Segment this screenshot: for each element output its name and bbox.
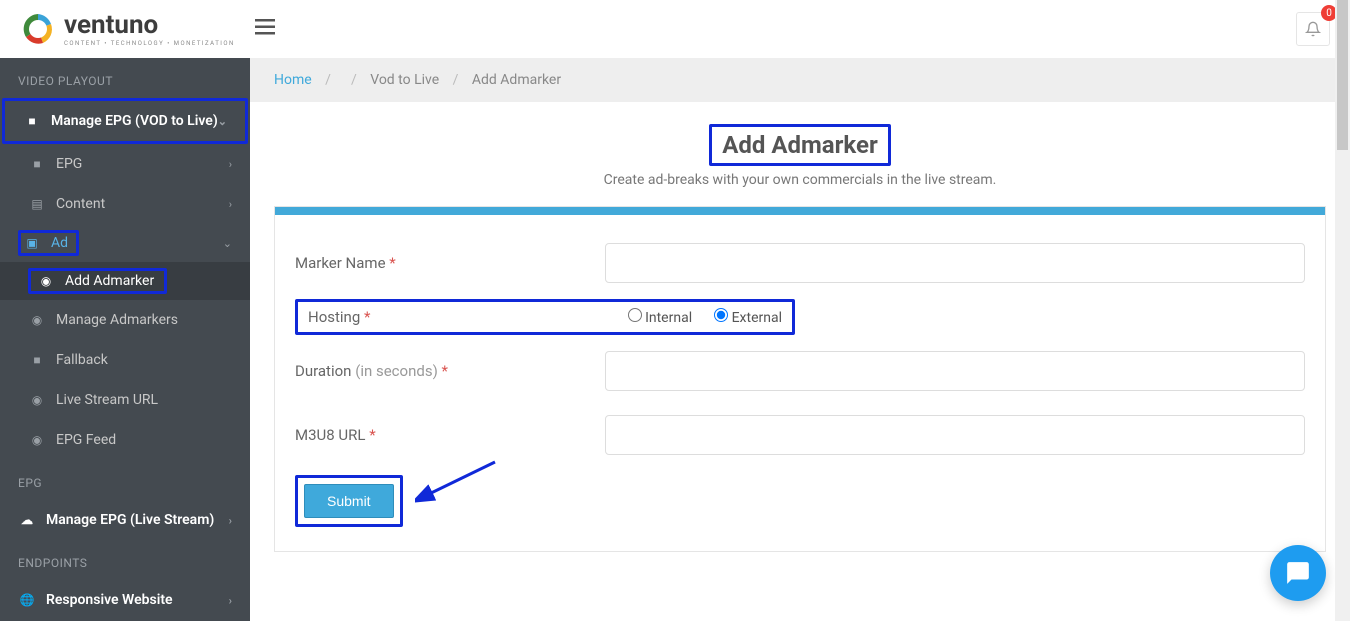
record-icon: ◉ xyxy=(28,313,46,327)
sidebar-item-label: Manage EPG (VOD to Live) xyxy=(51,113,218,129)
sidebar-item-live-stream-url[interactable]: ◉ Live Stream URL xyxy=(0,380,250,420)
sidebar-item-label: Ad xyxy=(51,235,68,251)
sidebar-item-fallback[interactable]: ■ Fallback xyxy=(0,340,250,380)
breadcrumb-vod-to-live: Vod to Live xyxy=(370,72,439,88)
breadcrumb-home[interactable]: Home xyxy=(274,72,312,88)
chevron-down-icon: ⌄ xyxy=(223,237,232,250)
sidebar-section-epg: EPG xyxy=(0,460,250,500)
sidebar-item-epg-feed[interactable]: ◉ EPG Feed xyxy=(0,420,250,460)
sidebar: VIDEO PLAYOUT ■ Manage EPG (VOD to Live)… xyxy=(0,58,250,621)
chevron-right-icon: › xyxy=(229,158,232,171)
sidebar-section-endpoints: ENDPOINTS xyxy=(0,540,250,580)
radio-hosting-internal-label[interactable]: Internal xyxy=(628,308,693,326)
main-content: Home // Vod to Live / Add Admarker Add A… xyxy=(250,58,1350,621)
page-subtitle: Create ad-breaks with your own commercia… xyxy=(250,172,1350,188)
label-duration: Duration (in seconds) * xyxy=(295,362,605,380)
input-m3u8-url[interactable] xyxy=(605,415,1305,455)
camera-icon: ■ xyxy=(23,114,41,128)
sidebar-item-label: Manage EPG (Live Stream) xyxy=(46,512,214,528)
cloud-icon: ☁ xyxy=(18,513,36,527)
sidebar-item-label: EPG xyxy=(56,156,82,172)
input-duration[interactable] xyxy=(605,351,1305,391)
notifications-button[interactable]: 0 xyxy=(1296,12,1330,46)
sidebar-item-label: Manage Admarkers xyxy=(56,312,178,328)
logo-mark-icon xyxy=(20,11,56,47)
record-icon: ◉ xyxy=(37,274,55,288)
browser-scrollbar[interactable] xyxy=(1335,0,1350,621)
document-icon: ▤ xyxy=(28,197,46,211)
chevron-right-icon: › xyxy=(229,198,232,211)
sidebar-item-content[interactable]: ▤ Content › xyxy=(0,184,250,224)
sidebar-item-manage-epg-vod[interactable]: ■ Manage EPG (VOD to Live) ⌄ xyxy=(2,98,248,144)
sidebar-item-epg[interactable]: ■ EPG › xyxy=(0,144,250,184)
chevron-down-icon: ⌄ xyxy=(218,115,227,128)
sidebar-item-label: Responsive Website xyxy=(46,592,173,608)
menu-toggle-icon[interactable] xyxy=(255,19,275,39)
sidebar-item-label: Add Admarker xyxy=(65,273,154,289)
sidebar-item-label: Fallback xyxy=(56,352,108,368)
brand-tagline: CONTENT • TECHNOLOGY • MONETIZATION xyxy=(64,41,235,47)
radio-hosting-external-label[interactable]: External xyxy=(714,308,782,326)
breadcrumb: Home // Vod to Live / Add Admarker xyxy=(250,58,1350,102)
record-icon: ◉ xyxy=(28,393,46,407)
record-icon: ◉ xyxy=(28,433,46,447)
brand-name: ventuno xyxy=(64,12,235,38)
sidebar-section-video-playout: VIDEO PLAYOUT xyxy=(0,58,250,98)
breadcrumb-add-admarker: Add Admarker xyxy=(472,72,561,88)
panel-accent-bar xyxy=(275,207,1325,215)
sidebar-item-responsive-website[interactable]: 🌐 Responsive Website › xyxy=(0,580,250,620)
page-title: Add Admarker xyxy=(709,124,891,166)
chevron-right-icon: › xyxy=(229,594,232,607)
form-panel: Marker Name * Hosting * xyxy=(274,206,1326,552)
ad-icon: ▣ xyxy=(23,236,41,250)
radio-hosting-external[interactable] xyxy=(714,308,728,322)
camera-icon: ■ xyxy=(28,353,46,367)
topbar: ventuno CONTENT • TECHNOLOGY • MONETIZAT… xyxy=(0,0,1350,58)
globe-icon: 🌐 xyxy=(18,593,36,607)
label-marker-name: Marker Name * xyxy=(295,254,605,272)
radio-hosting-internal[interactable] xyxy=(628,308,642,322)
sidebar-item-add-admarker[interactable]: ◉ Add Admarker xyxy=(0,262,250,300)
input-marker-name[interactable] xyxy=(605,243,1305,283)
logo[interactable]: ventuno CONTENT • TECHNOLOGY • MONETIZAT… xyxy=(20,11,235,47)
label-hosting: Hosting * xyxy=(308,308,370,326)
sidebar-item-ad[interactable]: ▣ Ad ⌄ xyxy=(0,224,250,262)
camera-icon: ■ xyxy=(28,157,46,171)
sidebar-item-manage-admarkers[interactable]: ◉ Manage Admarkers xyxy=(0,300,250,340)
scrollbar-thumb[interactable] xyxy=(1337,0,1348,150)
submit-button[interactable]: Submit xyxy=(304,484,394,518)
sidebar-item-label: Content xyxy=(56,196,105,212)
label-m3u8-url: M3U8 URL * xyxy=(295,426,605,444)
chevron-right-icon: › xyxy=(229,514,232,527)
sidebar-item-label: EPG Feed xyxy=(56,432,116,448)
sidebar-item-manage-epg-live[interactable]: ☁ Manage EPG (Live Stream) › xyxy=(0,500,250,540)
chat-button[interactable] xyxy=(1270,545,1326,601)
sidebar-item-label: Live Stream URL xyxy=(56,392,158,408)
